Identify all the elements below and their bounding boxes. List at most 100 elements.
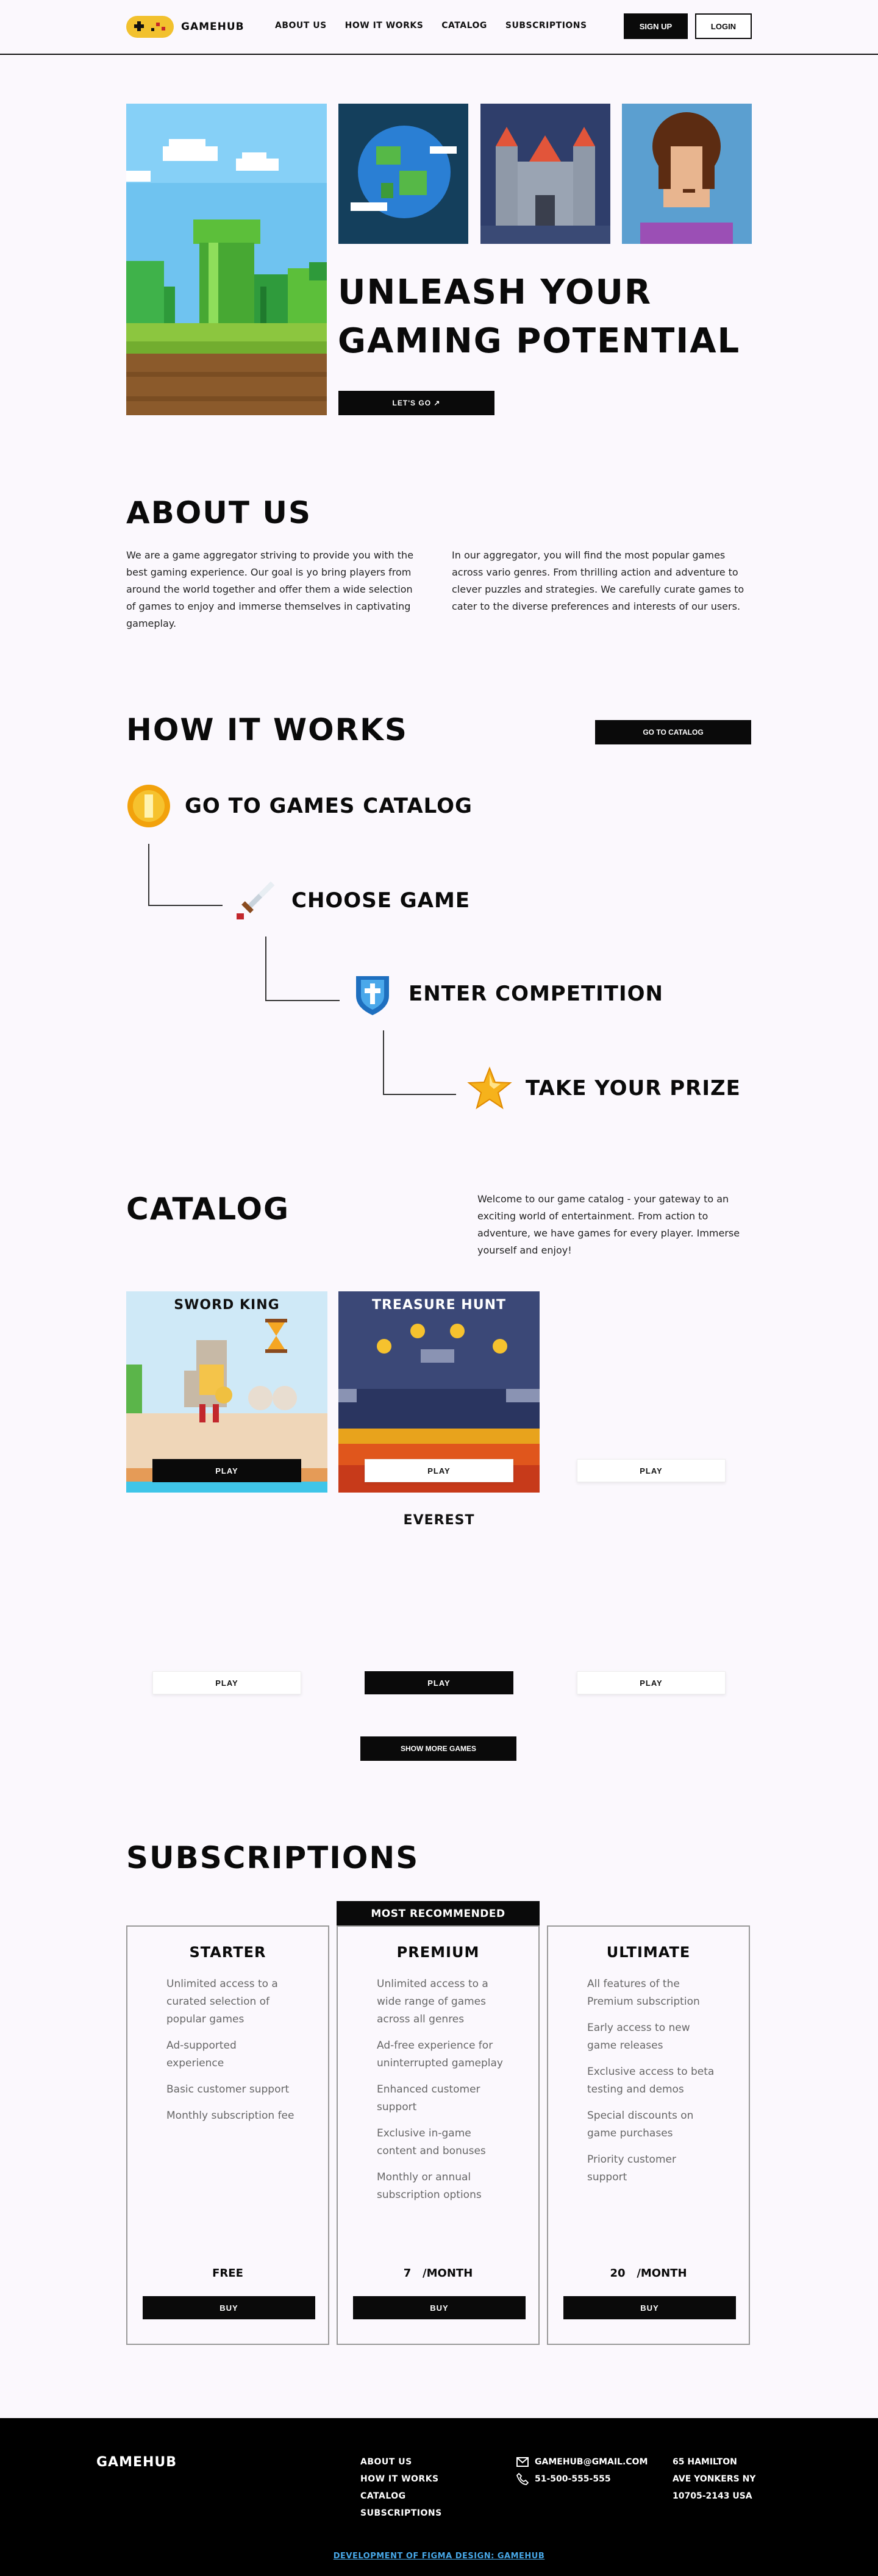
plan-feature-list: All features of the Premium subscription… xyxy=(587,1975,715,2195)
footer-nav-subscriptions[interactable]: SUBSCRIPTIONS xyxy=(360,2505,442,2522)
nav-subscriptions[interactable]: SUBSCRIPTIONS xyxy=(505,21,587,30)
hero-title-line1: UNLEASH YOUR xyxy=(338,273,652,312)
footer-contact: GAMEHUB@GMAIL.COM 51-500-555-555 xyxy=(516,2453,648,2488)
hero-portrait-tile xyxy=(622,104,752,244)
plan-feature: Monthly or annual subscription options xyxy=(377,2171,482,2201)
play-button[interactable]: PLAY xyxy=(577,1671,726,1694)
play-button[interactable]: PLAY xyxy=(152,1459,301,1482)
footer-nav-about-us[interactable]: ABOUT US xyxy=(360,2453,442,2471)
hero-pixel-landscape-image xyxy=(126,104,327,415)
signup-button[interactable]: SIGN UP xyxy=(624,13,688,39)
step-label: ENTER COMPETITION xyxy=(409,982,663,1006)
plan-feature: All features of the Premium subscription xyxy=(587,1978,700,2008)
star-icon xyxy=(467,1066,512,1110)
game-title: TREASURE HUNT xyxy=(371,1297,507,1313)
plan-feature-list: Unlimited access to a wide range of game… xyxy=(377,1975,505,2213)
footer-address-line: 65 HAMILTON xyxy=(673,2457,737,2467)
footer-phone-row[interactable]: 51-500-555-555 xyxy=(516,2471,648,2488)
plan-feature: Early access to new game releases xyxy=(587,2022,690,2052)
buy-button[interactable]: BUY xyxy=(143,2296,315,2319)
plan-feature: Ad-supported experience xyxy=(166,2039,237,2069)
plan-feature: Unlimited access to a wide range of game… xyxy=(377,1978,488,2025)
plan-feature-list: Unlimited access to a curated selection … xyxy=(166,1975,294,2133)
step-connector xyxy=(383,1030,456,1095)
footer-address-line: 10705-2143 USA xyxy=(673,2491,752,2501)
main-nav: ABOUT US HOW IT WORKS CATALOG SUBSCRIPTI… xyxy=(275,21,587,30)
step-connector xyxy=(265,937,340,1001)
buy-button[interactable]: BUY xyxy=(563,2296,736,2319)
hero-title-line2: GAMING POTENTIAL xyxy=(338,321,741,361)
login-button[interactable]: LOGIN xyxy=(695,13,752,39)
phone-icon xyxy=(516,2473,529,2485)
hero-title: UNLEASH YOUR GAMING POTENTIAL xyxy=(338,268,765,366)
play-button[interactable]: PLAY xyxy=(152,1671,301,1694)
footer-nav: ABOUT US HOW IT WORKS CATALOG SUBSCRIPTI… xyxy=(360,2453,442,2522)
step-label: GO TO GAMES CATALOG xyxy=(185,794,473,818)
catalog-intro: Welcome to our game catalog - your gatew… xyxy=(477,1193,740,1256)
nav-catalog[interactable]: CATALOG xyxy=(441,21,487,30)
lets-go-button[interactable]: LET'S GO ↗ xyxy=(338,391,494,415)
step-catalog: GO TO GAMES CATALOG xyxy=(126,783,473,829)
step-take-prize: TAKE YOUR PRIZE xyxy=(467,1066,741,1111)
logo[interactable]: GAMEHUB xyxy=(126,15,244,39)
plan-name: STARTER xyxy=(189,1944,266,1961)
coin-icon xyxy=(127,785,170,827)
footer-address: 65 HAMILTON AVE YONKERS NY 10705-2143 US… xyxy=(673,2453,755,2505)
plan-card-ultimate: ULTIMATE All features of the Premium sub… xyxy=(547,1925,750,2345)
step-label: CHOOSE GAME xyxy=(291,888,471,913)
play-button[interactable]: PLAY xyxy=(365,1459,513,1482)
logo-text: GAMEHUB xyxy=(181,21,244,33)
plan-feature: Basic customer support xyxy=(166,2083,290,2096)
subscriptions-title: SUBSCRIPTIONS xyxy=(126,1840,419,1875)
footer-logo[interactable]: GAMEHUB xyxy=(96,2455,177,2470)
plan-name: ULTIMATE xyxy=(606,1944,691,1961)
step-connector xyxy=(148,844,223,906)
about-title: ABOUT US xyxy=(126,495,312,530)
show-more-games-button[interactable]: SHOW MORE GAMES xyxy=(360,1736,516,1761)
plan-card-premium: PREMIUM Unlimited access to a wide range… xyxy=(337,1925,540,2345)
play-button[interactable]: PLAY xyxy=(365,1671,513,1694)
footer-email-row[interactable]: GAMEHUB@GMAIL.COM xyxy=(516,2453,648,2471)
about-paragraph-left: We are a game aggregator striving to pro… xyxy=(126,549,414,629)
nav-about-us[interactable]: ABOUT US xyxy=(275,21,327,30)
how-it-works-title: HOW IT WORKS xyxy=(126,712,408,747)
footer-credit-link[interactable]: DEVELOPMENT OF FIGMA DESIGN: GAMEHUB xyxy=(0,2552,878,2561)
plan-card-starter: STARTER Unlimited access to a curated se… xyxy=(126,1925,329,2345)
plan-name: PREMIUM xyxy=(396,1944,480,1961)
about-paragraph-right: In our aggregator, you will find the mos… xyxy=(452,549,744,612)
plan-price: 7 /MONTH xyxy=(403,2267,473,2280)
plan-feature: Unlimited access to a curated selection … xyxy=(166,1978,278,2025)
plan-feature: Monthly subscription fee xyxy=(166,2110,294,2122)
gamepad-icon xyxy=(126,16,174,38)
nav-how-it-works[interactable]: HOW IT WORKS xyxy=(345,21,424,30)
footer-nav-how-it-works[interactable]: HOW IT WORKS xyxy=(360,2471,442,2488)
mail-icon xyxy=(516,2457,529,2467)
plan-feature: Exclusive access to beta testing and dem… xyxy=(587,2066,715,2096)
game-title: SWORD KING xyxy=(174,1297,280,1313)
site-footer: GAMEHUB ABOUT US HOW IT WORKS CATALOG SU… xyxy=(0,2418,878,2576)
step-choose-game: CHOOSE GAME xyxy=(233,878,470,923)
sword-icon xyxy=(237,882,274,919)
plan-feature: Exclusive in-game content and bonuses xyxy=(377,2127,486,2157)
step-enter-competition: ENTER COMPETITION xyxy=(350,971,663,1016)
plan-price: 20 /MONTH xyxy=(610,2267,687,2280)
most-recommended-badge: MOST RECOMMENDED xyxy=(337,1901,540,1927)
plan-feature: Ad-free experience for uninterrupted gam… xyxy=(377,2039,503,2069)
plan-feature: Priority customer support xyxy=(587,2153,676,2183)
hero-castle-tile xyxy=(480,104,610,244)
step-label: TAKE YOUR PRIZE xyxy=(526,1076,741,1101)
footer-phone: 51-500-555-555 xyxy=(535,2474,611,2484)
shield-icon xyxy=(356,976,389,1015)
buy-button[interactable]: BUY xyxy=(353,2296,526,2319)
game-title: EVEREST xyxy=(403,1513,475,1528)
footer-nav-catalog[interactable]: CATALOG xyxy=(360,2488,442,2505)
plan-price: FREE xyxy=(212,2267,243,2280)
plan-feature: Special discounts on game purchases xyxy=(587,2110,694,2139)
catalog-title: CATALOG xyxy=(126,1191,290,1227)
go-to-catalog-button[interactable]: GO TO CATALOG xyxy=(595,720,751,744)
hero-earth-tile xyxy=(338,104,468,244)
footer-email: GAMEHUB@GMAIL.COM xyxy=(535,2457,648,2467)
site-header: GAMEHUB ABOUT US HOW IT WORKS CATALOG SU… xyxy=(0,0,878,55)
plan-feature: Enhanced customer support xyxy=(377,2083,480,2113)
play-button[interactable]: PLAY xyxy=(577,1459,726,1482)
